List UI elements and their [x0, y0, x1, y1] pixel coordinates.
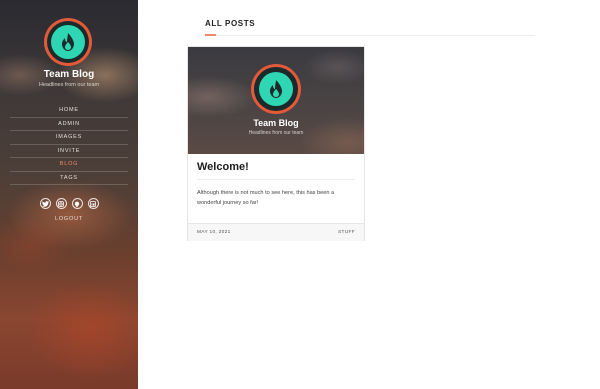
post-tag[interactable]: STUFF [338, 230, 355, 235]
flame-icon [62, 33, 74, 51]
flame-icon [270, 80, 282, 98]
nav-item-images[interactable]: IMAGES [10, 131, 128, 145]
blog-logo[interactable] [44, 18, 92, 66]
sidebar: Team Blog Headlines from our team HOME A… [0, 0, 138, 389]
logo-inner [254, 67, 298, 111]
github-icon[interactable] [71, 198, 83, 209]
blog-subtitle: Headlines from our team [38, 82, 100, 88]
post-hero-logo [251, 64, 301, 114]
post-hero-title: Team Blog [253, 118, 299, 128]
nav-item-tags[interactable]: TAGS [10, 172, 128, 185]
blog-title[interactable]: Team Blog [0, 69, 138, 80]
nav-item-invite[interactable]: INVITE [10, 145, 128, 158]
nav-item-home[interactable]: HOME [10, 104, 128, 118]
post-excerpt: Although there is not much to see here, … [197, 190, 335, 206]
nav-item-blog[interactable]: BLOG [10, 158, 128, 172]
nav-item-admin[interactable]: ADMIN [10, 118, 128, 131]
post-date: MAY 10, 2021 [197, 230, 231, 235]
logo-core [51, 25, 85, 59]
section-divider [205, 35, 535, 36]
linkedin-icon[interactable] [87, 198, 99, 209]
twitter-icon[interactable] [39, 198, 51, 209]
instagram-icon[interactable] [55, 198, 67, 209]
logo-inner [47, 21, 89, 63]
sidebar-nav: HOME ADMIN IMAGES INVITE BLOG TAGS [10, 104, 128, 185]
social-links [0, 198, 138, 209]
post-title[interactable]: Welcome! [197, 161, 249, 173]
post-hero-subtitle: Headlines from our team [248, 130, 304, 136]
post-card[interactable]: Team Blog Headlines from our team Welcom… [187, 46, 365, 241]
post-footer: MAY 10, 2021 STUFF [188, 223, 364, 241]
logout-link[interactable]: LOGOUT [0, 216, 138, 222]
section-title: ALL POSTS [205, 19, 256, 28]
post-hero-image[interactable]: Team Blog Headlines from our team [188, 47, 364, 154]
post-divider [197, 179, 355, 180]
section-accent-underline [205, 34, 216, 36]
logo-core [259, 72, 293, 106]
